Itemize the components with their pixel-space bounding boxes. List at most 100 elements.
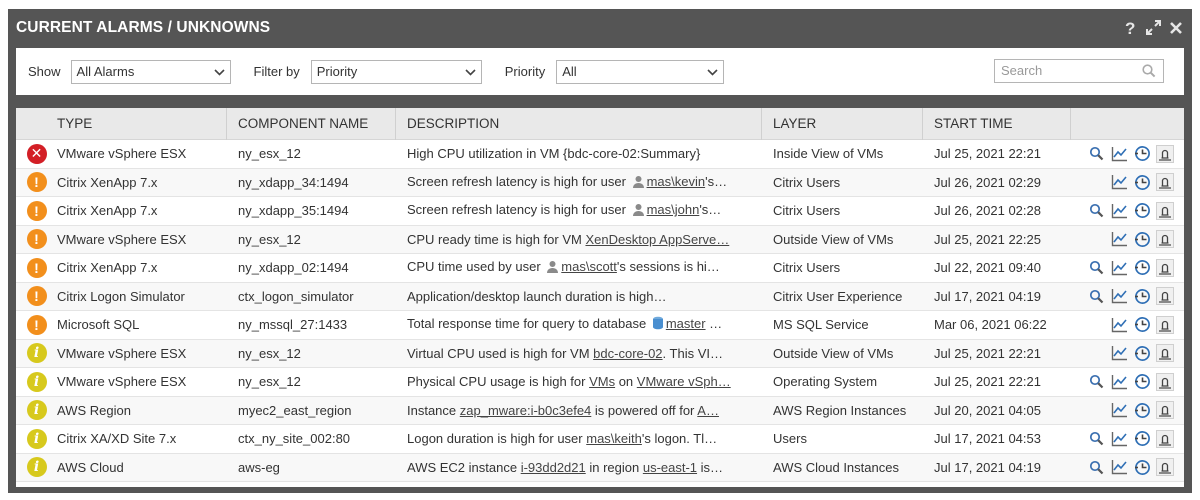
table-row[interactable]: ! Citrix XenApp 7.x ny_xdapp_34:1494 Scr…	[16, 168, 1184, 197]
filter-by-select[interactable]: Priority	[310, 59, 482, 84]
history-icon[interactable]	[1133, 458, 1151, 476]
alarm-bell-icon[interactable]	[1156, 429, 1174, 448]
table-row[interactable]: ! Citrix XenApp 7.x ny_xdapp_35:1494 Scr…	[16, 197, 1184, 226]
layer-cell: MS SQL Service	[773, 317, 869, 333]
layer-cell: Citrix Users	[773, 203, 841, 219]
column-header-layer[interactable]: LAYER	[762, 108, 923, 140]
alarm-bell-icon[interactable]	[1156, 173, 1174, 192]
description-link[interactable]: VMs	[589, 374, 615, 389]
history-icon[interactable]	[1133, 401, 1151, 419]
graph-icon[interactable]	[1110, 430, 1128, 448]
table-row[interactable]: i AWS Cloud aws-eg AWS EC2 instance i-93…	[16, 453, 1184, 482]
history-icon[interactable]	[1133, 259, 1151, 277]
alarm-bell-icon[interactable]	[1156, 372, 1174, 391]
description-link[interactable]: VMware vSph…	[637, 374, 731, 389]
search-icon[interactable]	[1087, 287, 1105, 305]
alarm-bell-icon[interactable]	[1156, 401, 1174, 420]
show-label: Show	[28, 64, 61, 79]
description-link[interactable]: mas\keith	[586, 431, 642, 446]
severity-cell: !	[16, 257, 57, 278]
history-icon[interactable]	[1133, 287, 1151, 305]
table-row[interactable]: ! VMware vSphere ESX ny_esx_12 CPU ready…	[16, 225, 1184, 254]
graph-icon[interactable]	[1110, 287, 1128, 305]
graph-icon[interactable]	[1110, 230, 1128, 248]
history-icon[interactable]	[1133, 145, 1151, 163]
close-icon[interactable]	[1168, 19, 1184, 37]
history-icon[interactable]	[1133, 344, 1151, 362]
search-input[interactable]: Search	[994, 59, 1164, 83]
description-text: in region	[585, 459, 643, 475]
alarm-bell-icon[interactable]	[1156, 344, 1174, 363]
description-link[interactable]: master	[666, 316, 706, 331]
history-icon[interactable]	[1133, 230, 1151, 248]
search-icon[interactable]	[1087, 373, 1105, 391]
history-icon[interactable]	[1133, 173, 1151, 191]
graph-icon[interactable]	[1110, 458, 1128, 476]
minor-alarm-icon: i	[26, 343, 47, 364]
table-row[interactable]: ✕ VMware vSphere ESX ny_esx_12 High CPU …	[16, 140, 1184, 169]
alarm-bell-icon[interactable]	[1156, 144, 1174, 163]
component-cell: ny_esx_12	[238, 345, 301, 361]
history-icon[interactable]	[1133, 316, 1151, 334]
search-icon[interactable]	[1087, 145, 1105, 163]
description-link[interactable]: XenDesktop AppServe…	[585, 232, 729, 247]
search-icon[interactable]	[1087, 259, 1105, 277]
actions-cell	[1071, 315, 1184, 334]
alarm-bell-icon[interactable]	[1156, 230, 1174, 249]
component-cell: ny_esx_12	[238, 231, 301, 247]
table-row[interactable]: ! Citrix Logon Simulator ctx_logon_simul…	[16, 282, 1184, 311]
history-icon[interactable]	[1133, 202, 1151, 220]
description-link[interactable]: A…	[697, 403, 719, 418]
column-header-component[interactable]: COMPONENT NAME	[227, 108, 396, 140]
help-icon[interactable]: ?	[1122, 19, 1138, 37]
description-cell: Screen refresh latency is high for user …	[396, 202, 762, 219]
graph-icon[interactable]	[1110, 202, 1128, 220]
search-icon[interactable]	[1087, 202, 1105, 220]
table-row[interactable]: i AWS Region myec2_east_region Instance …	[16, 396, 1184, 425]
alarm-bell-icon[interactable]	[1156, 315, 1174, 334]
description-link[interactable]: i-93dd2d21	[521, 460, 586, 475]
graph-icon[interactable]	[1110, 173, 1128, 191]
expand-icon[interactable]	[1145, 19, 1161, 37]
priority-select[interactable]: All	[556, 59, 725, 84]
search-icon[interactable]	[1087, 458, 1105, 476]
graph-icon[interactable]	[1110, 344, 1128, 362]
history-icon[interactable]	[1133, 373, 1151, 391]
graph-icon[interactable]	[1110, 401, 1128, 419]
minor-alarm-icon: i	[26, 400, 47, 421]
column-header-type[interactable]: TYPE	[57, 108, 227, 140]
alarm-bell-icon[interactable]	[1156, 201, 1174, 220]
search-icon	[1142, 64, 1156, 78]
table-row[interactable]: ! Citrix XenApp 7.x ny_xdapp_02:1494 CPU…	[16, 254, 1184, 283]
component-cell: myec2_east_region	[238, 402, 352, 418]
column-header-description[interactable]: DESCRIPTION	[396, 108, 762, 140]
graph-icon[interactable]	[1110, 259, 1128, 277]
type-cell: VMware vSphere ESX	[57, 374, 187, 390]
table-body: ✕ VMware vSphere ESX ny_esx_12 High CPU …	[16, 140, 1184, 482]
start-time-cell: Jul 25, 2021 22:21	[934, 374, 1041, 390]
description-link[interactable]: us-east-1	[643, 460, 697, 475]
alarm-bell-icon[interactable]	[1156, 458, 1174, 477]
column-header-start-time[interactable]: START TIME	[923, 108, 1071, 140]
description-cell: Virtual CPU used is high for VM bdc-core…	[396, 346, 762, 361]
graph-icon[interactable]	[1110, 316, 1128, 334]
graph-icon[interactable]	[1110, 373, 1128, 391]
description-link[interactable]: mas\john	[647, 202, 700, 217]
search-icon[interactable]	[1087, 430, 1105, 448]
description-cell: Application/desktop launch duration is h…	[396, 289, 762, 304]
major-alarm-icon: !	[26, 257, 47, 278]
alarm-bell-icon[interactable]	[1156, 258, 1174, 277]
description-link[interactable]: zap_mware:i-b0c3efe4	[460, 403, 592, 418]
component-cell: ny_xdapp_02:1494	[238, 260, 349, 276]
show-select[interactable]: All Alarms	[70, 59, 231, 84]
description-link[interactable]: mas\kevin	[647, 174, 706, 189]
alarm-bell-icon[interactable]	[1156, 287, 1174, 306]
table-row[interactable]: i VMware vSphere ESX ny_esx_12 Physical …	[16, 368, 1184, 397]
graph-icon[interactable]	[1110, 145, 1128, 163]
description-link[interactable]: bdc-core-02	[593, 346, 662, 361]
table-row[interactable]: ! Microsoft SQL ny_mssql_27:1433 Total r…	[16, 311, 1184, 340]
table-row[interactable]: i Citrix XA/XD Site 7.x ctx_ny_site_002:…	[16, 425, 1184, 454]
table-row[interactable]: i VMware vSphere ESX ny_esx_12 Virtual C…	[16, 339, 1184, 368]
description-link[interactable]: mas\scott	[561, 259, 617, 274]
history-icon[interactable]	[1133, 430, 1151, 448]
